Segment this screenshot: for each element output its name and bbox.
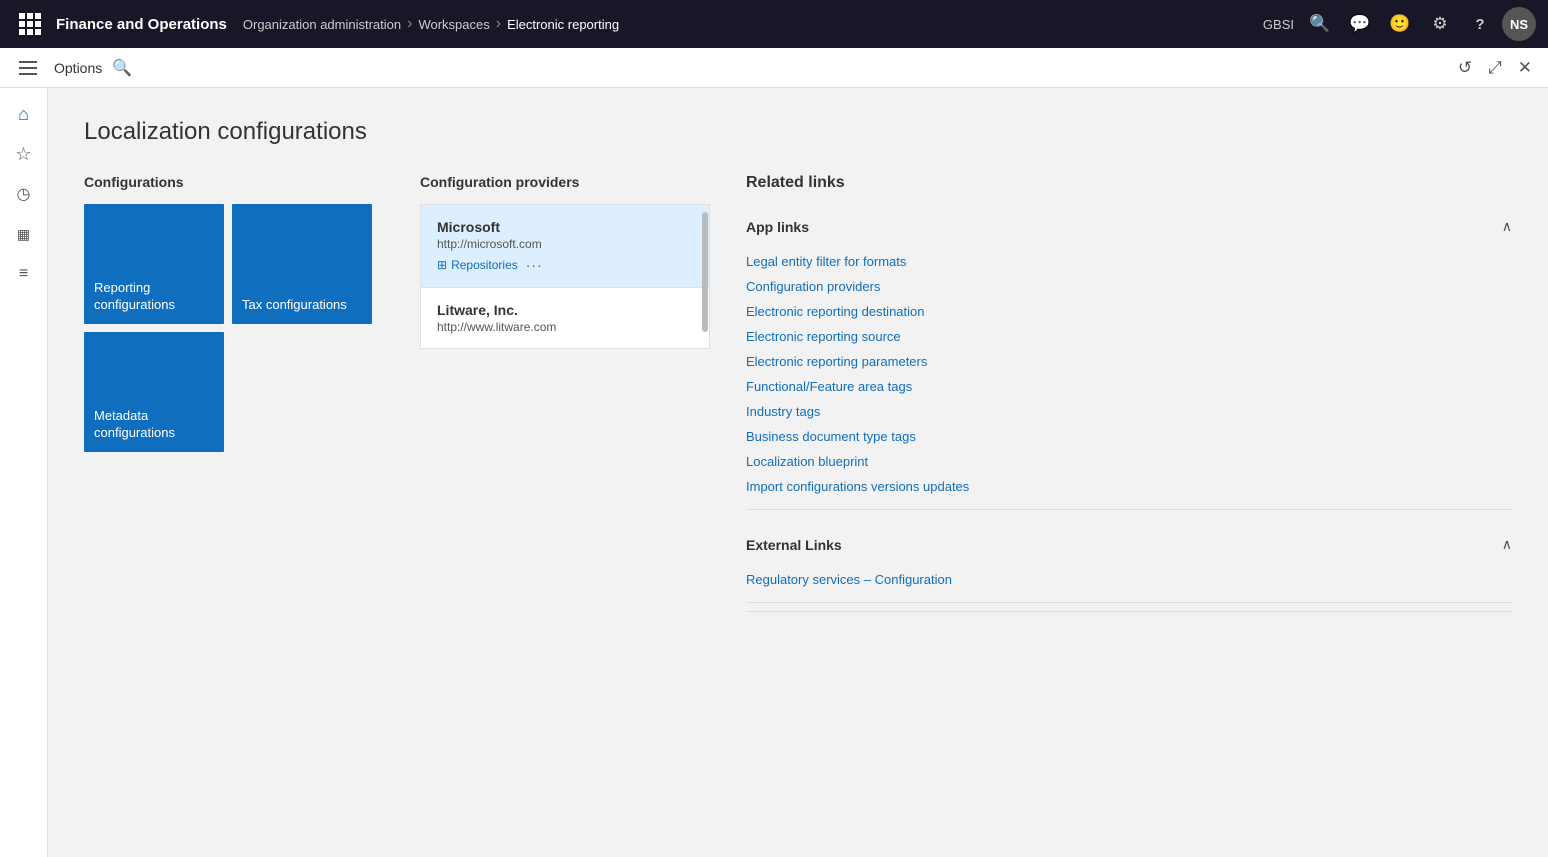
sidebar-star-icon[interactable]: ☆ xyxy=(6,136,42,172)
content-grid: Configurations Reporting configurations … xyxy=(84,174,1512,620)
top-navigation-bar: Finance and Operations Organization admi… xyxy=(0,0,1548,48)
link-localization-blueprint[interactable]: Localization blueprint xyxy=(746,449,1512,474)
spacer xyxy=(746,510,1512,526)
providers-list: Microsoft http://microsoft.com ⊞ Reposit… xyxy=(420,204,710,349)
chat-button[interactable]: 💬 xyxy=(1342,6,1378,42)
breadcrumb-sep-2: › xyxy=(496,15,501,33)
hamburger-menu-button[interactable] xyxy=(12,52,44,84)
link-er-source[interactable]: Electronic reporting source xyxy=(746,324,1512,349)
close-icon[interactable]: ✕ xyxy=(1514,54,1536,82)
external-links-title: External Links xyxy=(746,537,842,553)
expand-icon[interactable]: ⤢ xyxy=(1484,54,1506,82)
hamburger-line-1 xyxy=(19,61,37,63)
left-sidebar: ⌂ ☆ ◷ ▦ ≡ xyxy=(0,88,48,857)
config-tiles: Reporting configurations Tax configurati… xyxy=(84,204,384,452)
config-providers-section: Configuration providers Microsoft http:/… xyxy=(420,174,710,349)
page-title: Localization configurations xyxy=(84,118,1512,146)
link-regulatory-services[interactable]: Regulatory services – Configuration xyxy=(746,567,1512,592)
app-links-header[interactable]: App links ∧ xyxy=(746,208,1512,245)
sidebar-home-icon[interactable]: ⌂ xyxy=(6,96,42,132)
refresh-icon[interactable]: ↺ xyxy=(1454,54,1476,82)
main-layout: ⌂ ☆ ◷ ▦ ≡ Localization configurations Co… xyxy=(0,88,1548,857)
settings-button[interactable]: ⚙ xyxy=(1422,6,1458,42)
providers-scrollbar[interactable] xyxy=(702,212,708,332)
reporting-configurations-tile[interactable]: Reporting configurations xyxy=(84,204,224,324)
link-config-providers[interactable]: Configuration providers xyxy=(746,274,1512,299)
link-er-destination[interactable]: Electronic reporting destination xyxy=(746,299,1512,324)
app-links-section: App links ∧ Legal entity filter for form… xyxy=(746,208,1512,510)
hamburger-line-3 xyxy=(19,73,37,75)
tenant-label: GBSI xyxy=(1263,17,1294,32)
page-content: Localization configurations Configuratio… xyxy=(48,88,1548,857)
app-links-chevron-icon: ∧ xyxy=(1502,218,1512,235)
top-right-actions: GBSI 🔍 💬 🙂 ⚙ ? NS xyxy=(1263,6,1536,42)
options-bar: Options 🔍 ↺ ⤢ ✕ xyxy=(0,48,1548,88)
sidebar-clock-icon[interactable]: ◷ xyxy=(6,176,42,212)
options-label: Options xyxy=(54,60,102,76)
hamburger-line-2 xyxy=(19,67,37,69)
options-search-icon[interactable]: 🔍 xyxy=(112,58,132,78)
provider-litware-name: Litware, Inc. xyxy=(437,302,693,318)
metadata-configurations-tile[interactable]: Metadata configurations xyxy=(84,332,224,452)
provider-litware-url: http://www.litware.com xyxy=(437,320,693,334)
link-industry-tags[interactable]: Industry tags xyxy=(746,399,1512,424)
external-links-header[interactable]: External Links ∧ xyxy=(746,526,1512,563)
provider-microsoft-actions: ⊞ Repositories ··· xyxy=(437,257,693,273)
app-links-title: App links xyxy=(746,219,809,235)
link-import-configs[interactable]: Import configurations versions updates xyxy=(746,474,1512,499)
external-links-chevron-icon: ∧ xyxy=(1502,536,1512,553)
breadcrumb-workspaces[interactable]: Workspaces xyxy=(418,17,489,32)
tax-configurations-tile[interactable]: Tax configurations xyxy=(232,204,372,324)
help-button[interactable]: ? xyxy=(1462,6,1498,42)
breadcrumb-org-admin[interactable]: Organization administration xyxy=(243,17,401,32)
repos-icon: ⊞ xyxy=(437,258,447,272)
repositories-link[interactable]: ⊞ Repositories xyxy=(437,258,518,272)
sidebar-list-icon[interactable]: ≡ xyxy=(6,256,42,292)
provider-litware[interactable]: Litware, Inc. http://www.litware.com xyxy=(421,288,709,348)
provider-ellipsis-button[interactable]: ··· xyxy=(526,257,543,273)
breadcrumb-sep-1: › xyxy=(407,15,412,33)
link-er-parameters[interactable]: Electronic reporting parameters xyxy=(746,349,1512,374)
search-button[interactable]: 🔍 xyxy=(1302,6,1338,42)
configurations-section-title: Configurations xyxy=(84,174,384,190)
provider-microsoft[interactable]: Microsoft http://microsoft.com ⊞ Reposit… xyxy=(421,205,709,288)
breadcrumb-electronic-reporting[interactable]: Electronic reporting xyxy=(507,17,619,32)
sidebar-calendar-icon[interactable]: ▦ xyxy=(6,216,42,252)
app-links-list: Legal entity filter for formats Configur… xyxy=(746,245,1512,509)
brand-title: Finance and Operations xyxy=(48,16,243,33)
related-links-title: Related links xyxy=(746,174,1512,192)
providers-section-title: Configuration providers xyxy=(420,174,710,190)
provider-microsoft-name: Microsoft xyxy=(437,219,693,235)
link-legal-entity[interactable]: Legal entity filter for formats xyxy=(746,249,1512,274)
breadcrumb: Organization administration › Workspaces… xyxy=(243,15,619,33)
user-avatar[interactable]: NS xyxy=(1502,7,1536,41)
related-links-section: Related links App links ∧ Legal entity f… xyxy=(746,174,1512,620)
link-functional-tags[interactable]: Functional/Feature area tags xyxy=(746,374,1512,399)
link-business-doc-tags[interactable]: Business document type tags xyxy=(746,424,1512,449)
external-links-list: Regulatory services – Configuration xyxy=(746,563,1512,602)
bottom-divider xyxy=(746,611,1512,612)
configurations-section: Configurations Reporting configurations … xyxy=(84,174,384,452)
provider-microsoft-url: http://microsoft.com xyxy=(437,237,693,251)
providers-container: Microsoft http://microsoft.com ⊞ Reposit… xyxy=(420,204,710,349)
external-links-section: External Links ∧ Regulatory services – C… xyxy=(746,526,1512,603)
second-bar-right: ↺ ⤢ ✕ xyxy=(1454,54,1536,82)
grid-icon xyxy=(19,13,41,35)
smiley-button[interactable]: 🙂 xyxy=(1382,6,1418,42)
app-grid-button[interactable] xyxy=(12,6,48,42)
